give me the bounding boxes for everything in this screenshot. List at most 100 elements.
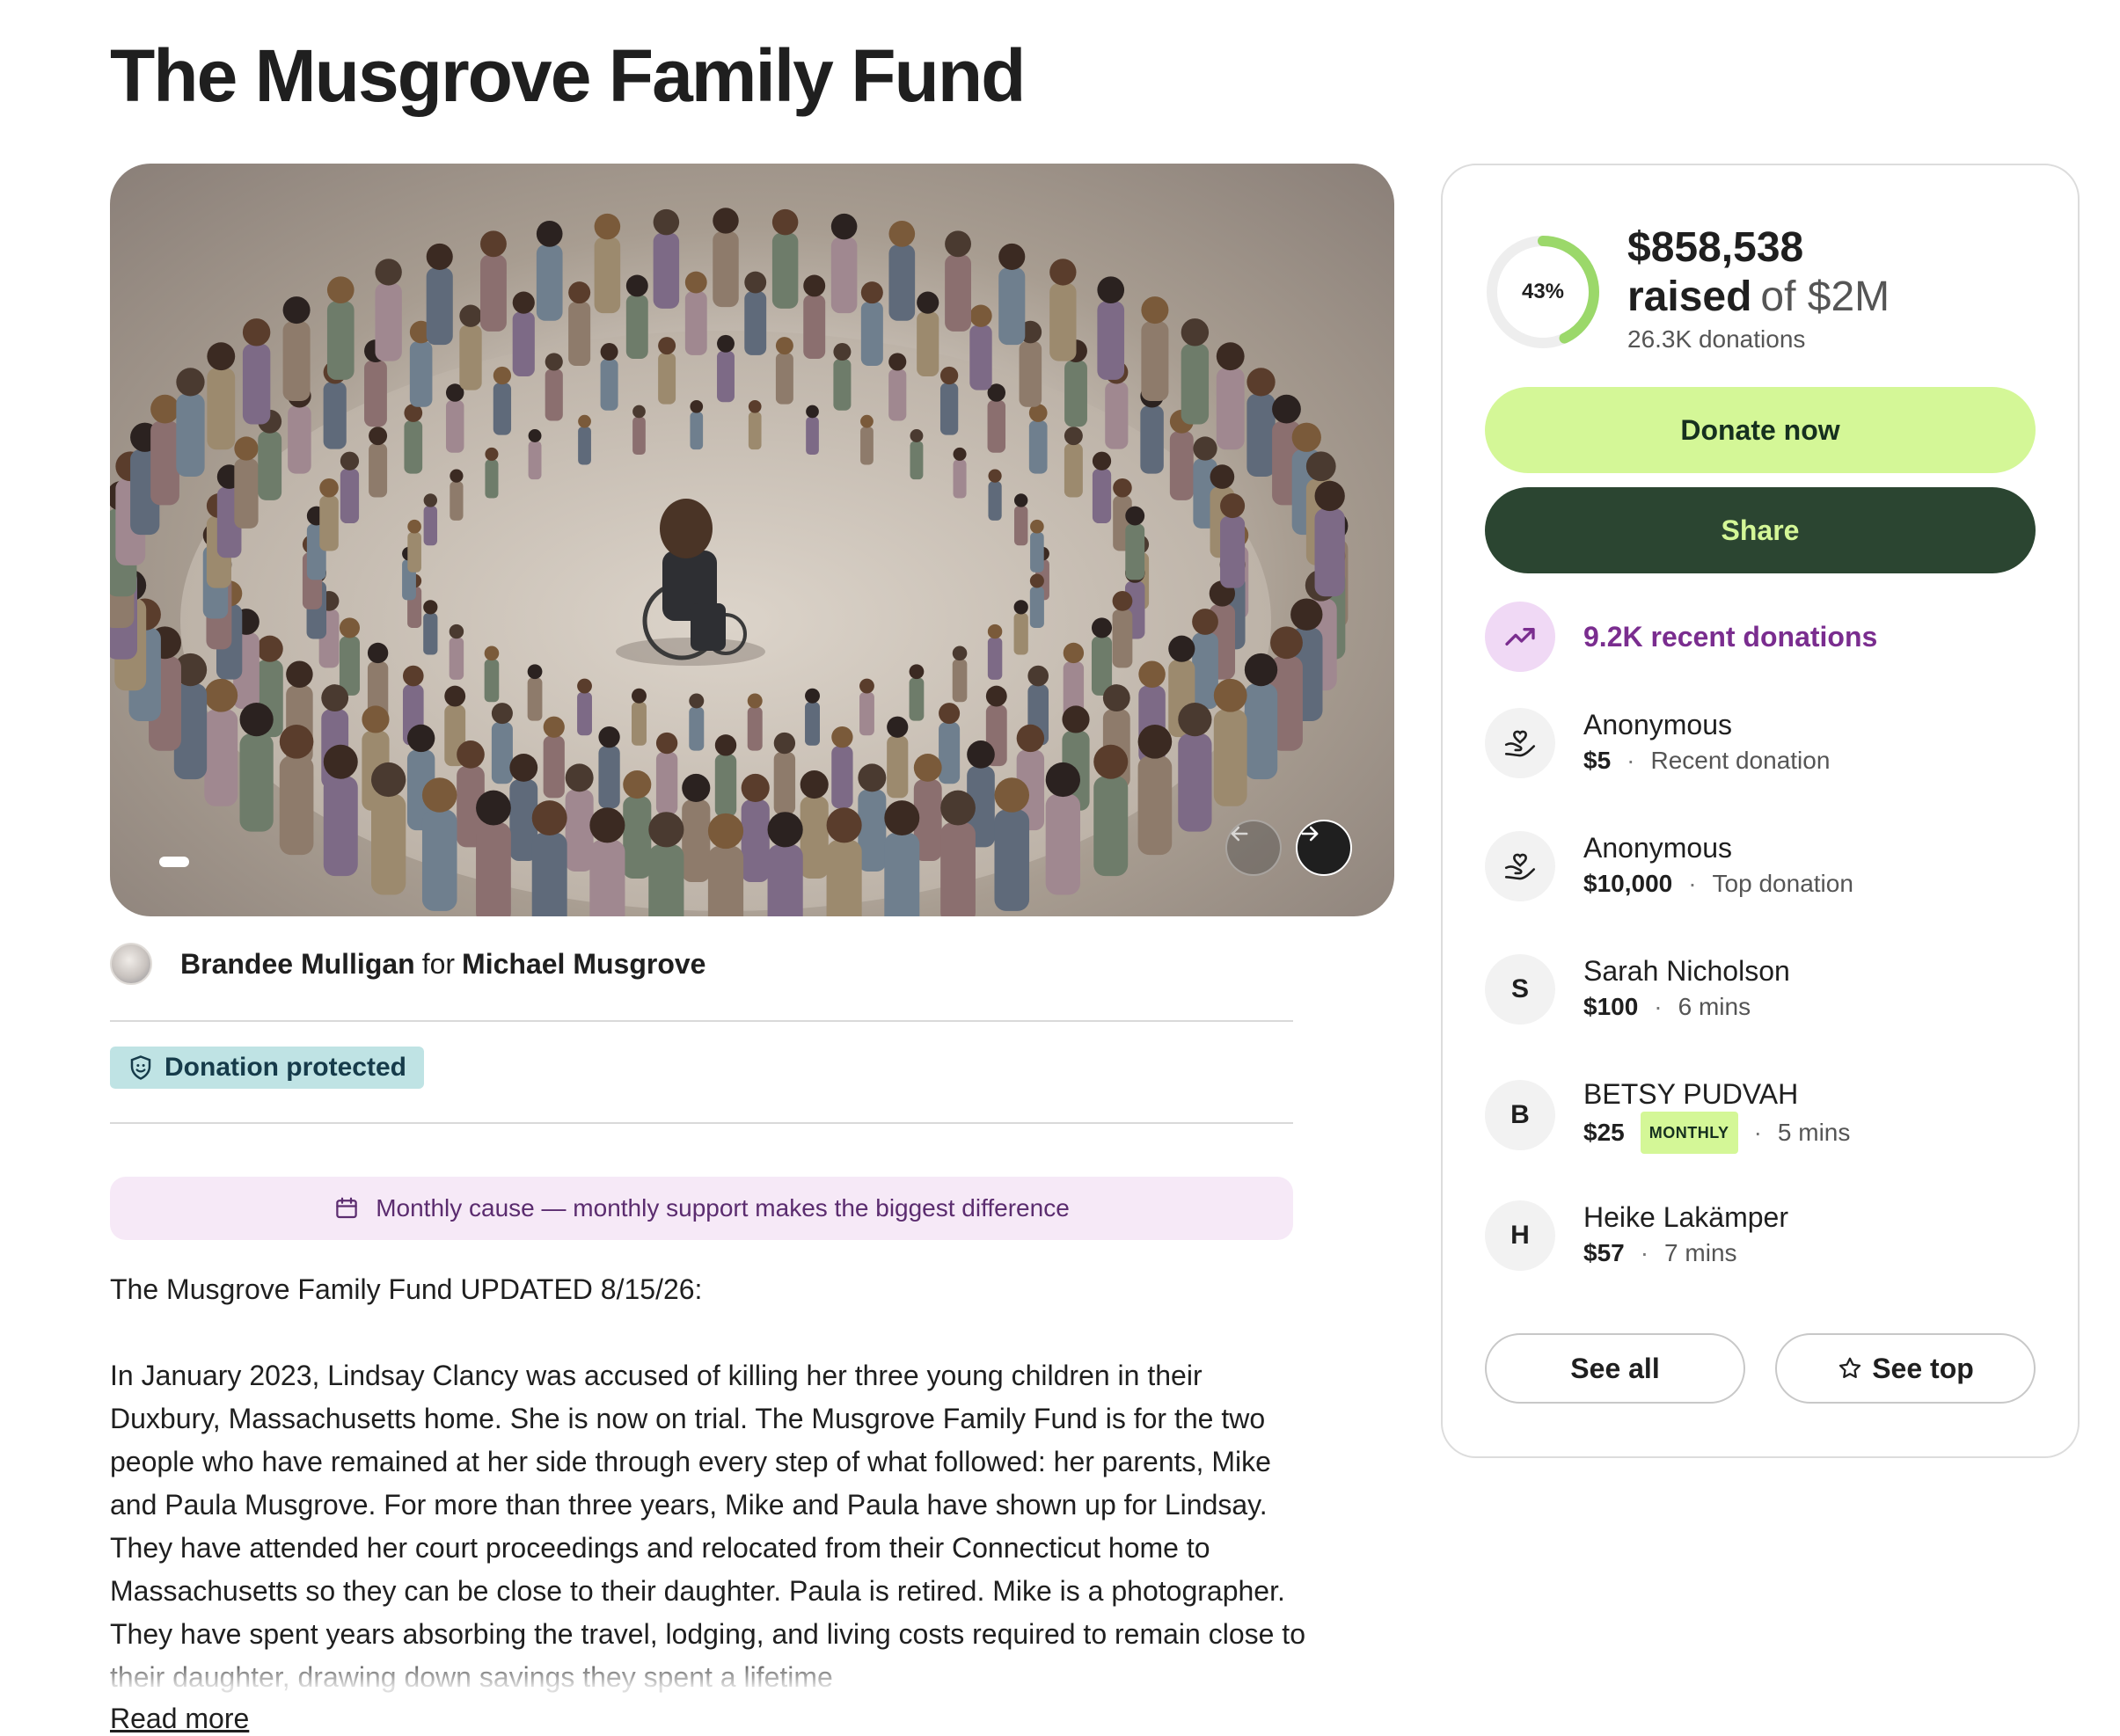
- crowd-figure-body: [258, 431, 282, 500]
- crowd-figure-head: [713, 208, 739, 234]
- crowd-figure-head: [421, 777, 457, 813]
- crowd-figure-head: [1113, 478, 1132, 498]
- crowd-figure-body: [940, 822, 976, 916]
- donor-amount: $100: [1583, 993, 1639, 1020]
- donation-protected-badge[interactable]: Donation protected: [110, 1047, 424, 1089]
- crowd-figure-head: [939, 366, 959, 385]
- separator-dot: ·: [1654, 993, 1663, 1020]
- shield-icon: [128, 1054, 154, 1081]
- recent-donations-row[interactable]: 9.2K recent donations: [1485, 602, 1877, 672]
- crowd-figure-body: [577, 692, 592, 736]
- crowd-figure-head: [528, 429, 542, 442]
- see-top-button[interactable]: See top: [1775, 1333, 2036, 1404]
- crowd-figure-head: [632, 405, 646, 419]
- crowd-figure-head: [459, 304, 482, 327]
- carousel-indicator[interactable]: [159, 857, 189, 867]
- crowd-figure-body: [375, 283, 402, 361]
- recent-donations-label: 9.2K recent donations: [1583, 620, 1878, 653]
- crowd-figure-head: [831, 726, 853, 748]
- crowd-figure-body: [684, 291, 707, 355]
- crowd-figure-head: [987, 624, 1003, 639]
- crowd-figure-body: [831, 746, 853, 809]
- crowd-figure-body: [536, 244, 563, 321]
- crowd-figure-body: [833, 359, 852, 411]
- donate-now-button[interactable]: Donate now: [1485, 387, 2036, 473]
- crowd-figure-body: [952, 659, 968, 703]
- crowd-figure-body: [1169, 431, 1194, 500]
- crowd-figure-body: [528, 441, 542, 480]
- crowd-figure-body: [1213, 709, 1247, 806]
- crowd-figure-body: [150, 420, 179, 506]
- crowd-figure-body: [1064, 443, 1083, 498]
- monthly-cause-banner: Monthly cause — monthly support makes th…: [110, 1177, 1293, 1240]
- page-title: The Musgrove Family Fund: [110, 34, 1026, 117]
- donor-initial-avatar: H: [1485, 1200, 1555, 1271]
- crowd-figure-body: [744, 291, 767, 355]
- crowd-figure-head: [450, 469, 464, 483]
- crowd-figure-body: [1181, 343, 1210, 425]
- donor-note: 7 mins: [1664, 1239, 1737, 1266]
- crowd-figure-body: [449, 637, 464, 680]
- crowd-figure-body: [279, 755, 314, 856]
- crowd-figure-head: [985, 685, 1007, 707]
- crowd-figure-body: [371, 793, 406, 895]
- crowd-figure-head: [476, 790, 511, 826]
- crowd-figure-head: [319, 478, 339, 498]
- crowd-figure-body: [1045, 793, 1080, 895]
- crowd-figure-head: [1246, 368, 1276, 397]
- share-button[interactable]: Share: [1485, 487, 2036, 573]
- crowd-figure-body: [800, 796, 829, 879]
- monthly-cause-text: Monthly cause — monthly support makes th…: [376, 1194, 1070, 1222]
- crowd-figure-body: [803, 295, 826, 359]
- heart-hand-icon: [1485, 831, 1555, 901]
- crowd-figure-body: [234, 458, 259, 529]
- crowd-figure-head: [1220, 493, 1246, 519]
- crowd-figure-head: [594, 213, 621, 240]
- crowd-figure-head: [493, 366, 512, 385]
- crowd-figure-head: [655, 732, 678, 755]
- read-more-link[interactable]: Read more: [110, 1703, 249, 1735]
- crowd-figure-head: [707, 813, 744, 850]
- crowd-figure-head: [286, 660, 313, 688]
- crowd-figure-body: [884, 832, 920, 916]
- beneficiary-name[interactable]: Michael Musgrove: [462, 948, 705, 980]
- crowd-figure-head: [484, 646, 500, 661]
- crowd-figure-body: [689, 707, 705, 751]
- crowd-figure-head: [326, 276, 355, 304]
- crowd-figure-body: [658, 353, 676, 405]
- hero-image-carousel[interactable]: [110, 164, 1394, 916]
- organizer-avatar[interactable]: [110, 943, 152, 985]
- crowd-figure-body: [445, 400, 464, 453]
- donor-item: H Heike Lakämper $57 · 7 mins: [1485, 1200, 1788, 1272]
- crowd-figure-head: [1093, 744, 1129, 779]
- crowd-figure-body: [859, 692, 874, 736]
- crowd-figure-head: [623, 770, 652, 799]
- crowd-figure-head: [940, 790, 976, 826]
- crowd-figure-head: [1314, 480, 1345, 512]
- crowd-figure-body: [364, 360, 387, 427]
- organizer-name[interactable]: Brandee Mulligan: [180, 948, 415, 980]
- crowd-figure-head: [1016, 724, 1045, 753]
- donor-item: S Sarah Nicholson $100 · 6 mins: [1485, 953, 1790, 1025]
- crowd-figure-body: [939, 383, 959, 435]
- crowd-figure-head: [806, 405, 819, 419]
- crowd-figure-head: [741, 773, 770, 803]
- crowd-figure-body: [288, 405, 311, 474]
- crowd-figure-body: [860, 427, 874, 465]
- crowd-figure-head: [323, 744, 358, 779]
- crowd-figure-body: [485, 459, 499, 499]
- crowd-figure-body: [407, 532, 421, 573]
- donor-amount: $57: [1583, 1239, 1625, 1266]
- progress-ring: 43%: [1485, 234, 1601, 350]
- crowd-figure-head: [1091, 617, 1113, 638]
- carousel-prev-button[interactable]: [1225, 820, 1282, 876]
- crowd-figure-body: [578, 427, 591, 465]
- organizer-text: Brandee Mulligan for Michael Musgrove: [180, 948, 705, 981]
- crowd-figure-body: [1028, 420, 1048, 474]
- crowd-figure-body: [632, 417, 646, 455]
- crowd-figure-body: [423, 506, 438, 546]
- trending-up-icon: [1485, 602, 1555, 672]
- carousel-next-button[interactable]: [1296, 820, 1352, 876]
- crowd-figure-body: [953, 459, 967, 499]
- see-all-button[interactable]: See all: [1485, 1333, 1745, 1404]
